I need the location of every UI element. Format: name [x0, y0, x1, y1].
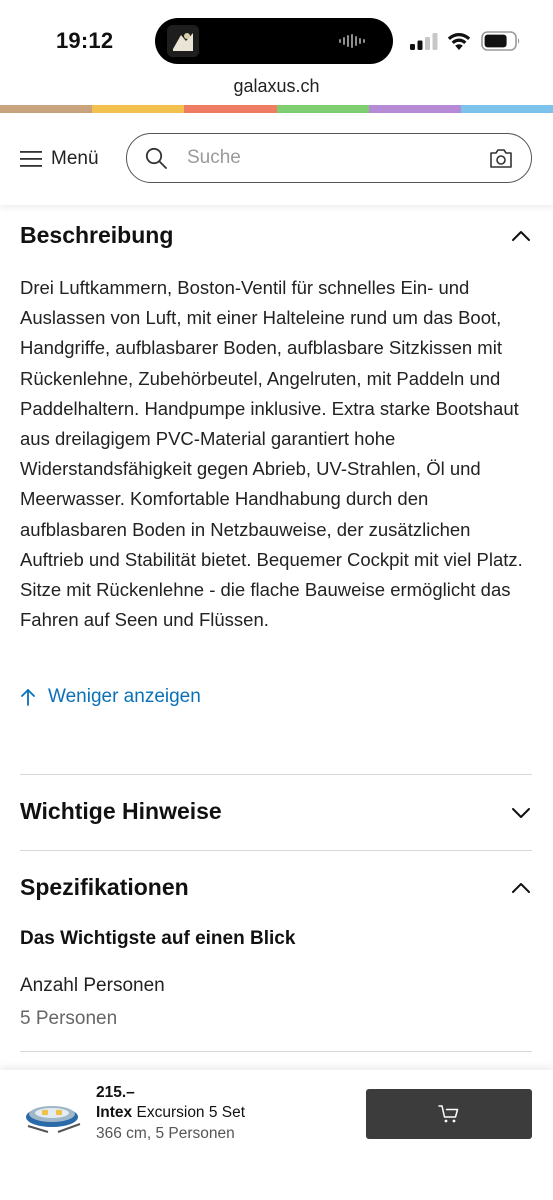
now-playing-artwork-icon	[167, 25, 199, 57]
brand-color-stripe	[0, 105, 553, 113]
product-name: Excursion 5 Set	[136, 1104, 246, 1121]
search-input[interactable]	[187, 142, 467, 174]
camera-icon[interactable]	[489, 148, 513, 169]
battery-icon	[481, 31, 520, 51]
status-time: 19:12	[56, 28, 114, 53]
brand-stripe-segment	[276, 105, 369, 113]
section-divider	[20, 850, 532, 851]
search-box[interactable]	[126, 133, 532, 183]
chevron-down-icon[interactable]	[511, 807, 531, 819]
cellular-signal-icon	[410, 33, 438, 50]
brand-stripe-segment	[368, 105, 461, 113]
menu-button[interactable]: Menü	[20, 145, 99, 173]
site-header: Menü	[0, 113, 553, 205]
product-brand: Intex	[96, 1104, 133, 1121]
specifications-heading[interactable]: Spezifikationen	[20, 874, 189, 901]
menu-label: Menü	[51, 148, 99, 169]
section-divider	[20, 774, 532, 775]
spec-value-persons: 5 Personen	[20, 1008, 118, 1029]
audio-waveform-icon	[339, 34, 365, 48]
chevron-up-icon[interactable]	[511, 230, 531, 242]
product-title[interactable]: Intex Excursion 5 Set	[96, 1104, 245, 1122]
chevron-up-icon[interactable]	[511, 882, 531, 894]
product-thumbnail[interactable]	[24, 1094, 82, 1134]
show-less-link[interactable]: Weniger anzeigen	[20, 686, 201, 708]
spec-label-persons: Anzahl Personen	[20, 975, 165, 996]
description-heading[interactable]: Beschreibung	[20, 222, 173, 249]
description-text: Drei Luftkammern, Boston-Ventil für schn…	[20, 277, 523, 631]
product-price: 215.–	[96, 1084, 135, 1101]
notes-heading[interactable]: Wichtige Hinweise	[20, 798, 222, 825]
brand-stripe-segment	[184, 105, 277, 113]
brand-stripe-segment	[92, 105, 185, 113]
hamburger-icon	[20, 151, 42, 167]
browser-url[interactable]: galaxus.ch	[0, 76, 553, 97]
status-bar: 19:12	[0, 0, 553, 72]
spec-subheading: Das Wichtigste auf einen Blick	[20, 928, 296, 949]
brand-stripe-segment	[460, 105, 553, 113]
show-less-label: Weniger anzeigen	[48, 686, 201, 707]
add-to-cart-button[interactable]	[366, 1089, 532, 1139]
brand-stripe-segment	[0, 105, 93, 113]
section-divider	[20, 1051, 532, 1052]
search-icon[interactable]	[145, 147, 167, 169]
arrow-up-icon	[21, 689, 35, 706]
wifi-icon	[447, 33, 471, 50]
sticky-product-bar: 215.– Intex Excursion 5 Set 366 cm, 5 Pe…	[0, 1070, 553, 1200]
product-variant: 366 cm, 5 Personen	[96, 1125, 235, 1142]
shopping-cart-icon	[438, 1105, 459, 1123]
dynamic-island	[155, 18, 393, 64]
